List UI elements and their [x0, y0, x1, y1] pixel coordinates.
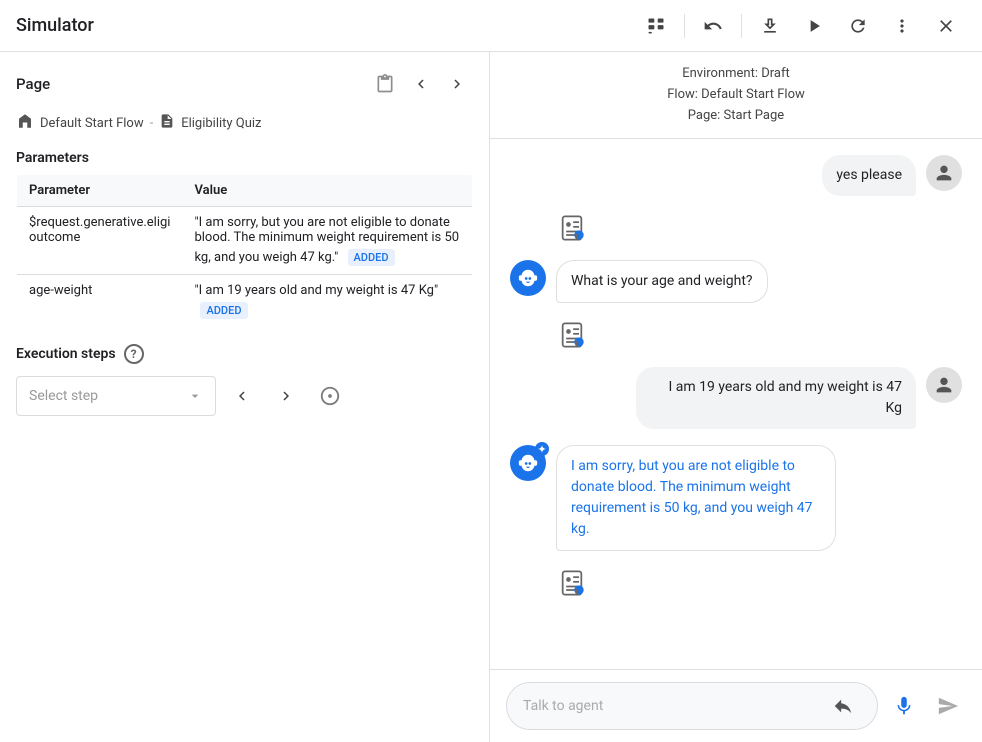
app-title: Simulator — [16, 15, 94, 36]
doc-icon-1: i — [556, 212, 588, 244]
play-btn[interactable] — [794, 6, 834, 46]
chat-input-container[interactable]: Talk to agent — [506, 682, 878, 730]
doc-icon-2: i — [556, 319, 588, 351]
close-btn[interactable] — [926, 6, 966, 46]
msg-bubble-sorry: I am sorry, but you are not eligible to … — [556, 445, 836, 551]
execution-header: Execution steps ? — [16, 344, 473, 364]
chevron-down-icon — [187, 388, 203, 404]
msg-bot-sorry: ✦ I am sorry, but you are not eligible t… — [510, 445, 962, 551]
msg-user-age-weight: I am 19 years old and my weight is 47 Kg — [510, 367, 962, 429]
main-content: Page — [0, 52, 982, 742]
parameters-section: Parameters Parameter Value $request.gene… — [16, 150, 473, 328]
more-btn[interactable] — [882, 6, 922, 46]
flow-icon — [16, 112, 34, 134]
page-section-title: Page — [16, 75, 50, 93]
mic-btn[interactable] — [886, 688, 922, 724]
added-badge-2: ADDED — [200, 302, 247, 319]
divider2 — [741, 14, 742, 38]
divider — [684, 14, 685, 38]
added-badge-1: ADDED — [348, 249, 395, 266]
flow-dash: - — [150, 116, 154, 131]
title-bar: Simulator — [0, 0, 982, 52]
step-prev-btn[interactable] — [224, 378, 260, 414]
chat-input-placeholder: Talk to agent — [523, 698, 817, 714]
doc-icon-after-sorry: i — [510, 567, 962, 599]
step-next-btn[interactable] — [268, 378, 304, 414]
sparkle-icon: ✦ — [535, 442, 549, 456]
chat-header-line1: Environment: Draft — [510, 64, 962, 85]
download-btn[interactable] — [750, 6, 790, 46]
doc-icon-after-yes: i — [510, 212, 962, 244]
refresh-btn[interactable] — [838, 6, 878, 46]
chat-header-line3: Page: Start Page — [510, 106, 962, 127]
page-icon — [159, 113, 175, 133]
param-value-2: "I am 19 years old and my weight is 47 K… — [182, 275, 472, 328]
bot-avatar-2: ✦ — [510, 445, 546, 481]
flow-name: Default Start Flow — [40, 116, 144, 131]
help-icon[interactable]: ? — [124, 344, 144, 364]
send-text-btn[interactable] — [825, 688, 861, 724]
param-name-1: $request.generative.eligioutcome — [17, 207, 183, 275]
title-bar-actions — [636, 6, 966, 46]
msg-bubble-age-weight: I am 19 years old and my weight is 47 Kg — [636, 367, 916, 429]
execution-title: Execution steps — [16, 346, 116, 362]
msg-bubble-age-weight-q: What is your age and weight? — [556, 260, 768, 303]
col-value: Value — [182, 175, 472, 207]
parameters-title: Parameters — [16, 150, 473, 166]
page-nav-icons — [369, 68, 473, 100]
doc-icon-after-q: i — [510, 319, 962, 351]
undo-btn[interactable] — [693, 6, 733, 46]
right-panel: Environment: Draft Flow: Default Start F… — [490, 52, 982, 742]
page-prev-btn[interactable] — [405, 68, 437, 100]
param-row-1: $request.generative.eligioutcome "I am s… — [17, 207, 473, 275]
param-value-1: "I am sorry, but you are not eligible to… — [182, 207, 472, 275]
user-avatar-1 — [926, 155, 962, 191]
page-name: Eligibility Quiz — [181, 116, 261, 131]
bot-avatar-1 — [510, 260, 546, 296]
user-avatar-2 — [926, 367, 962, 403]
step-capture-btn[interactable] — [312, 378, 348, 414]
param-row-2: age-weight "I am 19 years old and my wei… — [17, 275, 473, 328]
chat-header-line2: Flow: Default Start Flow — [510, 85, 962, 106]
grid-icon-btn[interactable] — [636, 6, 676, 46]
chat-messages: yes please i — [490, 139, 982, 669]
left-panel: Page — [0, 52, 490, 742]
chat-header: Environment: Draft Flow: Default Start F… — [490, 52, 982, 139]
msg-user-yes-please: yes please — [510, 155, 962, 196]
msg-bubble-yes-please: yes please — [822, 155, 916, 196]
page-section-header: Page — [16, 68, 473, 100]
param-name-2: age-weight — [17, 275, 183, 328]
flow-info: Default Start Flow - Eligibility Quiz — [16, 112, 473, 134]
doc-icon-3: i — [556, 567, 588, 599]
step-controls: Select step — [16, 376, 473, 416]
execution-section: Execution steps ? Select step — [16, 344, 473, 416]
col-parameter: Parameter — [17, 175, 183, 207]
step-select[interactable]: Select step — [16, 376, 216, 416]
parameters-table: Parameter Value $request.generative.elig… — [16, 174, 473, 328]
page-next-btn[interactable] — [441, 68, 473, 100]
send-btn[interactable] — [930, 688, 966, 724]
chat-input-area: Talk to agent — [490, 669, 982, 742]
msg-bot-age-weight-q: What is your age and weight? — [510, 260, 962, 303]
step-select-placeholder: Select step — [29, 388, 98, 404]
clipboard-btn[interactable] — [369, 68, 401, 100]
